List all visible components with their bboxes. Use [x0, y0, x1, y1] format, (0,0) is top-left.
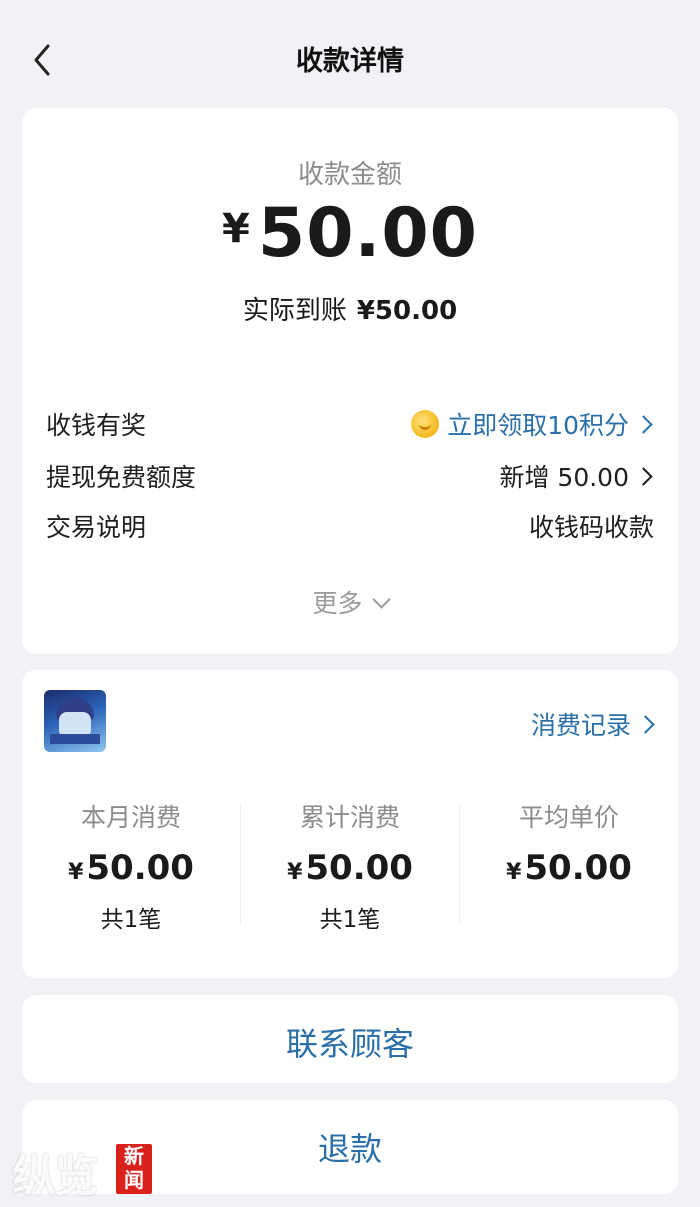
stat-currency: ¥: [68, 860, 84, 885]
detail-key: 收钱有奖: [46, 411, 147, 440]
detail-value: 新增 50.00: [499, 463, 629, 492]
payment-amount: ¥50.00: [22, 194, 678, 273]
claim-points-link[interactable]: 立即领取10积分: [411, 406, 654, 442]
chevron-right-icon: [634, 414, 653, 434]
detail-row-free-quota[interactable]: 提现免费额度 新增 50.00: [46, 458, 654, 498]
avatar[interactable]: [44, 690, 106, 752]
payment-summary-card: 收款金额 ¥50.00 实际到账 ¥50.00 收钱有奖 立即领取10积分 提现免…: [22, 108, 678, 654]
more-label: 更多: [312, 589, 363, 618]
contact-customer-card: 联系顾客: [22, 995, 678, 1083]
detail-key: 提现免费额度: [46, 463, 197, 492]
stat-amount-value: 50.00: [86, 848, 194, 888]
contact-customer-button[interactable]: 联系顾客: [22, 1019, 678, 1065]
detail-row-reward[interactable]: 收钱有奖 立即领取10积分: [46, 406, 654, 446]
stat-average: 平均单价 ¥50.00: [460, 798, 678, 888]
stat-amount-value: 50.00: [305, 848, 413, 888]
stat-amount-value: 50.00: [524, 848, 632, 888]
stat-amount: ¥50.00: [241, 848, 459, 888]
detail-key: 交易说明: [46, 513, 147, 542]
stat-currency: ¥: [287, 860, 303, 885]
stat-count: 共1笔: [319, 907, 381, 933]
detail-row-description: 交易说明 收钱码收款: [46, 508, 654, 548]
refund-button[interactable]: 退款: [22, 1124, 678, 1170]
stat-monthly: 本月消费 ¥50.00 共1笔: [22, 798, 240, 934]
free-quota-value[interactable]: 新增 50.00: [499, 458, 654, 494]
stat-label: 平均单价: [518, 803, 619, 832]
chevron-right-icon: [636, 714, 655, 734]
stat-count: 共1笔: [100, 907, 162, 933]
customer-card: 消费记录 本月消费 ¥50.00 共1笔 累计消费 ¥50.00 共1笔 平均单…: [22, 670, 678, 978]
received-value: ¥50.00: [356, 296, 458, 326]
stat-label: 累计消费: [299, 803, 400, 832]
stat-currency: ¥: [506, 860, 522, 885]
amount-label: 收款金额: [297, 160, 402, 190]
received-amount: 实际到账 ¥50.00: [22, 290, 678, 327]
more-toggle[interactable]: 更多: [22, 584, 678, 620]
refund-card: 退款: [22, 1100, 678, 1194]
consumption-stats: 本月消费 ¥50.00 共1笔 累计消费 ¥50.00 共1笔 平均单价 ¥50…: [22, 798, 678, 933]
detail-value: 立即领取10积分: [447, 411, 629, 440]
page-title: 收款详情: [296, 46, 404, 77]
top-bar: 收款详情: [0, 0, 700, 110]
consumption-records-link[interactable]: 消费记录: [531, 706, 656, 742]
stat-label: 本月消费: [80, 803, 181, 832]
avatar-band: [50, 734, 100, 744]
amount-value: 50.00: [257, 194, 478, 273]
coin-icon: [411, 410, 440, 438]
chevron-right-icon: [634, 466, 653, 486]
currency-symbol: ¥: [222, 206, 250, 252]
stat-amount: ¥50.00: [460, 848, 678, 888]
received-label: 实际到账: [242, 296, 347, 326]
stat-amount: ¥50.00: [22, 848, 240, 888]
detail-value: 收钱码收款: [528, 513, 654, 542]
stat-total: 累计消费 ¥50.00 共1笔: [241, 798, 459, 934]
records-label: 消费记录: [530, 711, 631, 740]
chevron-down-icon: [371, 590, 391, 609]
